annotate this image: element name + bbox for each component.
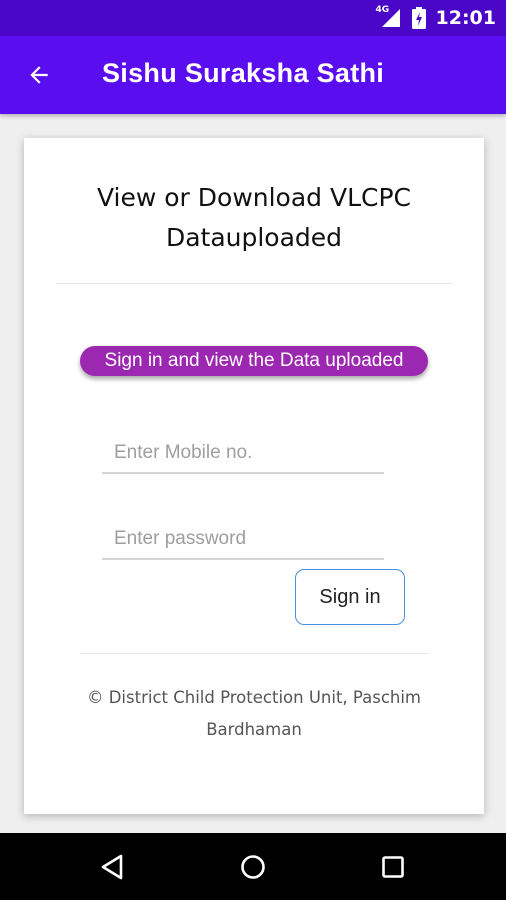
network-type: 4G	[375, 5, 390, 15]
signin-button[interactable]: Sign in	[295, 569, 405, 625]
signin-info-badge: Sign in and view the Data uploaded	[80, 346, 428, 376]
login-card: View or Download VLCPC Datauploaded Sign…	[24, 138, 484, 814]
signal-icon: 4G	[375, 5, 402, 29]
card-title: View or Download VLCPC Datauploaded	[96, 183, 412, 252]
recents-square-icon	[382, 856, 404, 878]
footer-copyright: © District Child Protection Unit, Paschi…	[86, 688, 422, 739]
back-triangle-icon	[101, 854, 123, 880]
status-icons: 4G 12:01	[375, 0, 496, 36]
mobile-input[interactable]	[102, 434, 384, 474]
app-title: Sishu Suraksha Sathi	[102, 58, 385, 88]
app-bar: Sishu Suraksha Sathi	[0, 36, 506, 114]
status-time: 12:01	[435, 7, 496, 29]
footer-divider	[80, 653, 428, 654]
back-button[interactable]	[20, 58, 60, 92]
password-input[interactable]	[102, 520, 384, 560]
title-divider	[56, 283, 452, 284]
status-bar: 4G 12:01	[0, 0, 506, 36]
home-circle-icon	[241, 855, 265, 879]
nav-recents-button[interactable]	[373, 849, 413, 885]
nav-home-button[interactable]	[233, 849, 273, 885]
battery-icon	[411, 7, 426, 29]
nav-back-button[interactable]	[92, 849, 132, 885]
arrow-back-icon	[30, 66, 48, 84]
navigation-bar	[0, 833, 506, 900]
